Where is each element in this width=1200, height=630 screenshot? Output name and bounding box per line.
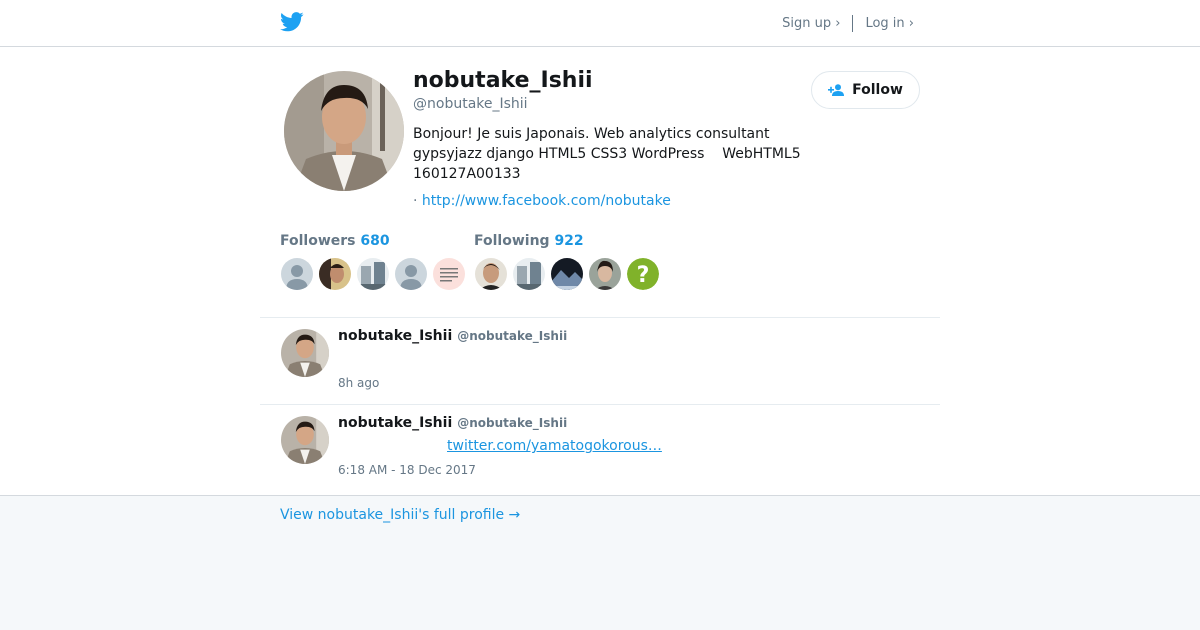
- follower-avatar[interactable]: [319, 258, 351, 290]
- auth-links: Sign up › Log in ›: [782, 14, 914, 32]
- profile-url-link[interactable]: http://www.facebook.com/nobutake: [422, 193, 671, 209]
- tweet-author-handle: @nobutake_Ishii: [457, 329, 568, 343]
- following-avatar[interactable]: ?: [627, 258, 659, 290]
- profile-avatar[interactable]: [284, 71, 404, 191]
- tweet-author-name: nobutake_Ishii: [338, 415, 453, 431]
- svg-text:?: ?: [637, 263, 650, 288]
- follow-label: Follow: [852, 82, 903, 98]
- profile-display-name: nobutake_Ishii: [413, 68, 593, 93]
- tweet-author-name: nobutake_Ishii: [338, 328, 453, 344]
- following-avatar[interactable]: [513, 258, 545, 290]
- divider: [260, 317, 940, 318]
- divider: [260, 404, 940, 405]
- following-avatar[interactable]: [475, 258, 507, 290]
- following-avatar[interactable]: [589, 258, 621, 290]
- twitter-bird-icon[interactable]: [280, 11, 304, 33]
- tweet-author[interactable]: nobutake_Ishii @nobutake_Ishii: [338, 415, 567, 431]
- following-stat[interactable]: Following 922: [474, 233, 584, 249]
- followers-stat[interactable]: Followers 680: [280, 233, 390, 249]
- add-user-icon: [828, 84, 845, 96]
- tweet-link[interactable]: twitter.com/yamatogokorous…: [447, 438, 662, 454]
- following-avatar[interactable]: [551, 258, 583, 290]
- followers-avatars: [281, 258, 471, 290]
- followers-count: 680: [360, 233, 390, 249]
- follower-avatar[interactable]: [395, 258, 427, 290]
- tweet-author[interactable]: nobutake_Ishii @nobutake_Ishii: [338, 328, 567, 344]
- following-avatars: ?: [475, 258, 665, 290]
- top-bar: Sign up › Log in ›: [0, 0, 1200, 47]
- tweet-timestamp[interactable]: 8h ago: [338, 376, 379, 390]
- link-separator: [852, 14, 854, 32]
- follower-avatar[interactable]: [357, 258, 389, 290]
- profile-card: nobutake_Ishii @nobutake_Ishii Bonjour! …: [0, 47, 1200, 496]
- followers-label: Followers: [280, 233, 356, 249]
- tweet-author-handle: @nobutake_Ishii: [457, 416, 568, 430]
- tweet-timestamp[interactable]: 6:18 AM - 18 Dec 2017: [338, 463, 476, 477]
- tweet-avatar[interactable]: [281, 416, 329, 464]
- follower-avatar[interactable]: [433, 258, 465, 290]
- follow-button[interactable]: Follow: [811, 71, 920, 109]
- follower-avatar[interactable]: [281, 258, 313, 290]
- profile-url-line: · http://www.facebook.com/nobutake: [413, 193, 671, 209]
- url-prefix: ·: [413, 193, 418, 209]
- sign-up-link[interactable]: Sign up ›: [782, 16, 840, 31]
- following-count: 922: [554, 233, 584, 249]
- tweet-avatar[interactable]: [281, 329, 329, 377]
- log-in-link[interactable]: Log in ›: [865, 16, 914, 31]
- profile-bio: Bonjour! Je suis Japonais. Web analytics…: [413, 126, 801, 182]
- following-label: Following: [474, 233, 550, 249]
- view-full-profile-link[interactable]: View nobutake_Ishii's full profile →: [280, 507, 520, 523]
- profile-screen-name: @nobutake_Ishii: [413, 96, 528, 112]
